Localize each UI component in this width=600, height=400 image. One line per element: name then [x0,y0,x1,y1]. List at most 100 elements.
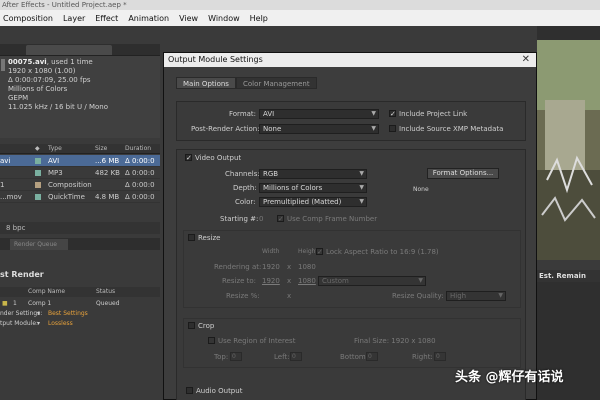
depth-dropdown[interactable]: Millions of Colors ▼ [259,183,367,193]
info-line: Δ 0:00:07:09, 25.00 fps [8,76,91,84]
video-output-checkbox[interactable]: ✓ [185,154,192,162]
label-swatch [35,158,41,164]
project-used-count: , used 1 time [46,58,93,66]
menu-composition[interactable]: Composition [0,14,58,23]
crop-top-input[interactable]: 0 [230,352,242,361]
post-render-dropdown[interactable]: None ▼ [259,124,379,134]
window-title: After Effects - Untitled Project.aep * [0,0,600,10]
dropdown-arrow-icon[interactable]: ▾ [37,309,40,319]
dialog-title: Output Module Settings [168,55,263,64]
label-tag-icon: ◆ [35,145,40,152]
use-roi-checkbox[interactable] [208,337,215,344]
starting-number-value[interactable]: 0 [259,215,263,223]
chevron-down-icon: ▼ [359,198,364,205]
depth-value: Millions of Colors [263,184,323,192]
menu-animation[interactable]: Animation [123,14,174,23]
list-item[interactable]: 1 Composition Δ 0:00:0 [0,179,160,191]
format-dropdown[interactable]: AVI ▼ [259,109,379,119]
list-item[interactable]: MP3 482 KB Δ 0:00:0 [0,167,160,179]
close-icon[interactable]: ✕ [522,53,530,67]
row-comp-name: Comp 1 [28,300,52,307]
format-label: Format: [229,110,257,118]
render-queue-row[interactable]: ■ 1 Comp 1 Queued [0,299,160,309]
use-comp-frame-label: Use Comp Frame Number [287,215,378,223]
crop-panel: Crop Use Region of Interest Final Size: … [183,318,521,368]
output-module-value[interactable]: Lossless [48,319,73,329]
channels-dropdown[interactable]: RGB ▼ [259,169,367,179]
col-duration[interactable]: Duration [125,145,151,152]
render-settings-value[interactable]: Best Settings [48,309,88,319]
col-status[interactable]: Status [96,287,115,297]
resize-preset-dropdown[interactable]: Custom ▼ [318,276,426,286]
menu-help[interactable]: Help [245,14,273,23]
col-type[interactable]: Type [48,145,62,152]
tab-color-management[interactable]: Color Management [235,77,317,89]
project-tab[interactable] [26,45,112,55]
resize-height-input[interactable]: 1080 [298,277,316,285]
label-swatch [35,170,41,176]
resize-width-input[interactable]: 1920 [262,277,280,285]
resize-percent-label: Resize %: [226,292,260,300]
resize-preset-value: Custom [322,277,349,285]
crop-checkbox[interactable] [188,322,195,329]
output-module-settings-dialog: Output Module Settings ✕ Main Options Co… [163,52,537,400]
color-dropdown[interactable]: Premultiplied (Matted) ▼ [259,197,367,207]
video-output-panel: ✓ Video Output Channels: RGB ▼ Depth: Mil… [176,149,526,400]
depth-label: Depth: [233,184,257,192]
format-value: AVI [263,110,275,118]
format-options-button[interactable]: Format Options... [427,168,499,179]
chevron-down-icon: ▼ [359,184,364,191]
render-queue-tabbar: Render Queue [0,238,160,250]
dialog-tabs: Main Options Color Management [176,77,317,89]
list-item[interactable]: avi AVI ...6 MB Δ 0:00:0 [0,155,160,167]
channels-label: Channels: [225,170,260,178]
info-line: 1920 x 1080 (1.00) [8,67,76,75]
composition-viewer [537,40,600,260]
rendering-at-label: Rendering at: [214,263,262,271]
list-item[interactable]: ...mov QuickTime 4.8 MB Δ 0:00:0 [0,191,160,203]
watermark-text: 头条 @辉仔有话说 [455,370,564,385]
item-type: QuickTime [48,193,85,201]
col-size[interactable]: Size [95,145,107,152]
item-duration: Δ 0:00:0 [125,157,155,165]
render-queue-tab[interactable]: Render Queue [10,239,68,250]
crop-right-label: Right: [412,353,433,361]
menu-layer[interactable]: Layer [58,14,90,23]
crop-label: Crop [198,322,215,330]
crop-bottom-input[interactable]: 0 [366,352,378,361]
format-options-info: None [413,186,429,193]
resize-panel: Resize Width Height ✓ Lock Aspect Ratio … [183,230,521,308]
include-project-link-checkbox[interactable]: ✓ [389,110,396,118]
crop-right-input[interactable]: 0 [434,352,446,361]
thumbnail [1,59,5,71]
resize-checkbox[interactable] [188,234,195,241]
composition-tab-area [537,26,600,40]
viewer-footage [537,40,600,260]
lock-aspect-checkbox[interactable]: ✓ [316,248,323,256]
color-label: Color: [235,198,256,206]
project-item-info: 00075.avi, used 1 time 1920 x 1080 (1.00… [0,56,160,138]
resize-quality-dropdown[interactable]: High ▼ [446,291,506,301]
item-type: Composition [48,181,92,189]
chevron-down-icon: ▼ [359,170,364,177]
item-size: ...6 MB [95,157,120,165]
bpc-toggle[interactable]: 8 bpc [6,224,25,232]
menu-effect[interactable]: Effect [90,14,123,23]
include-xmp-checkbox[interactable] [389,125,396,132]
info-line: Millions of Colors [8,85,68,93]
menu-window[interactable]: Window [203,14,245,23]
audio-output-checkbox[interactable] [186,387,193,394]
resize-to-label: Resize to: [222,277,257,285]
use-comp-frame-checkbox[interactable]: ✓ [277,215,284,223]
tab-main-options[interactable]: Main Options [176,77,236,89]
starting-number-label: Starting #: [220,215,259,223]
dropdown-arrow-icon[interactable]: ▾ [37,319,40,329]
menu-view[interactable]: View [174,14,203,23]
height-header: Height [298,248,318,255]
col-comp-name[interactable]: Comp Name [28,287,65,297]
crop-left-input[interactable]: 0 [290,352,302,361]
render-checkbox-icon[interactable]: ■ [2,299,8,309]
item-type: MP3 [48,169,63,177]
rendering-height: 1080 [298,263,316,271]
times-sign: x [287,292,292,300]
